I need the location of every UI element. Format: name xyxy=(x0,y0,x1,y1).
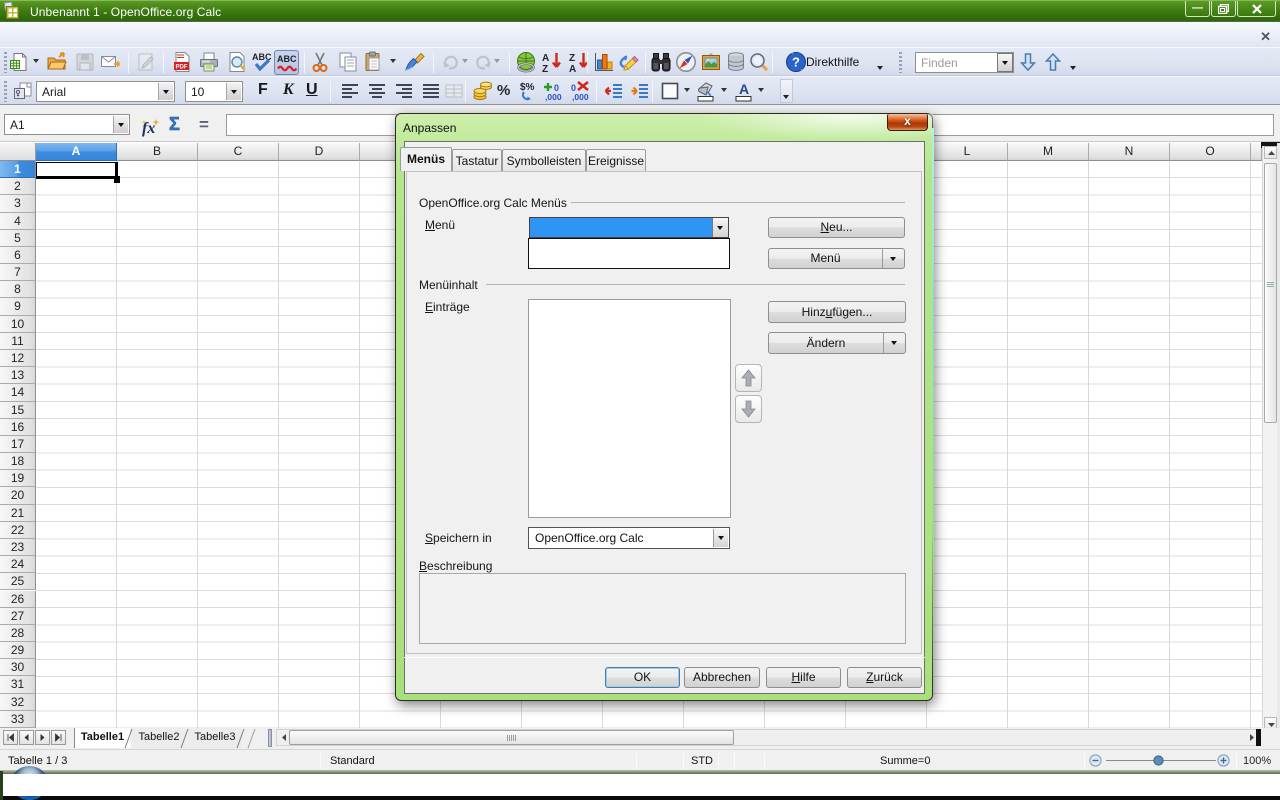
svg-text:,000: ,000 xyxy=(545,92,562,102)
svg-text:ABC: ABC xyxy=(277,54,297,64)
svg-text:,000: ,000 xyxy=(572,92,589,102)
svg-text:Z: Z xyxy=(569,53,575,64)
svg-text:Z: Z xyxy=(542,64,548,73)
svg-text:A: A xyxy=(569,64,576,73)
svg-text:A: A xyxy=(542,53,549,64)
svg-text:$%: $% xyxy=(520,82,535,93)
svg-text:?: ? xyxy=(792,55,800,70)
svg-text:A: A xyxy=(739,81,749,97)
svg-text:PDF: PDF xyxy=(176,65,188,71)
